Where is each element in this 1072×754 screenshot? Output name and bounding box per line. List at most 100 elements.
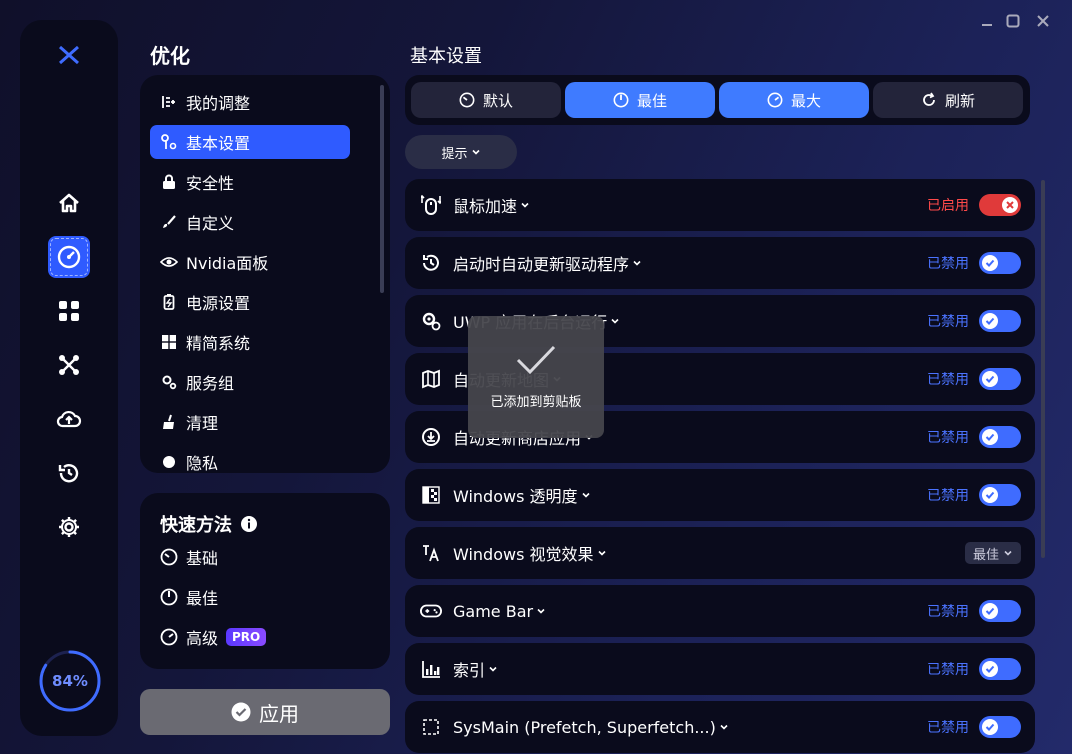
history-icon[interactable]: [48, 452, 90, 494]
sidebar-item-label: 我的调整: [186, 94, 251, 113]
quick-item-label: 高级: [186, 629, 219, 648]
sidebar-item-clean[interactable]: 清理: [150, 405, 350, 439]
apply-button[interactable]: 应用: [140, 689, 390, 735]
progress-value: 84%: [52, 672, 88, 690]
map-icon: [420, 368, 442, 390]
sidebar-item-label: 清理: [186, 414, 219, 433]
setting-row[interactable]: 启动时自动更新驱动程序 已禁用: [405, 237, 1035, 289]
setting-label[interactable]: Windows 透明度: [453, 483, 591, 507]
sidebar-item-my-tweaks[interactable]: 我的调整: [150, 85, 350, 119]
quick-item-advanced[interactable]: 高级 PRO: [160, 625, 267, 649]
setting-row[interactable]: Windows 透明度 已禁用: [405, 469, 1035, 521]
sidebar-item-services[interactable]: 服务组: [150, 365, 350, 399]
hint-dropdown[interactable]: 提示: [405, 135, 517, 169]
setting-label[interactable]: Windows 视觉效果: [453, 541, 607, 565]
bar-chart-icon: [420, 658, 442, 680]
page-title: 基本设置: [410, 46, 482, 67]
setting-label[interactable]: 启动时自动更新驱动程序: [453, 251, 642, 275]
preset-refresh-button[interactable]: 刷新: [873, 82, 1023, 118]
setting-status: 已启用: [927, 198, 969, 214]
setting-toggle[interactable]: [979, 426, 1021, 448]
setting-label-text: Windows 视觉效果: [453, 545, 594, 564]
sidebar-item-privacy[interactable]: 隐私: [150, 445, 350, 473]
sidebar-item-slim-system[interactable]: 精简系统: [150, 325, 350, 359]
setting-toggle[interactable]: [979, 252, 1021, 274]
quick-methods-title: 快速方法: [160, 511, 258, 537]
setting-status: 已禁用: [927, 720, 969, 736]
sidebar-menu: 我的调整 基本设置 安全性 自定义 Nvidia面板 电源设置 精简系统 服务组…: [140, 75, 390, 473]
transparency-icon: [420, 484, 442, 506]
clipboard-toast: 已添加到剪贴板: [468, 316, 604, 438]
setting-toggle[interactable]: [979, 658, 1021, 680]
sidebar-item-nvidia[interactable]: Nvidia面板: [150, 245, 350, 279]
setting-toggle[interactable]: [979, 368, 1021, 390]
toast-text: 已添加到剪贴板: [490, 394, 582, 410]
setting-label-text: Windows 透明度: [453, 487, 578, 506]
setting-toggle[interactable]: [979, 716, 1021, 738]
sysmain-icon: [420, 716, 442, 738]
gear-icon[interactable]: [48, 506, 90, 548]
setting-row[interactable]: 鼠标加速 已启用: [405, 179, 1035, 231]
setting-label-text: 启动时自动更新驱动程序: [453, 255, 630, 274]
setting-toggle[interactable]: [979, 600, 1021, 622]
close-icon: [1037, 15, 1049, 27]
visual-effects-select[interactable]: 最佳: [964, 542, 1021, 564]
gears-icon: [160, 373, 178, 391]
sidebar-item-basic-settings[interactable]: 基本设置: [150, 125, 350, 159]
setting-toggle[interactable]: [979, 484, 1021, 506]
close-button[interactable]: [1032, 10, 1054, 32]
setting-label-text: Game Bar: [453, 601, 534, 621]
chevron-down-icon: [719, 722, 729, 732]
chevron-down-icon: [1003, 548, 1013, 558]
logo-x-icon: [48, 34, 90, 76]
setting-label[interactable]: 索引: [453, 657, 498, 681]
info-icon[interactable]: [240, 515, 258, 533]
home-icon[interactable]: [48, 182, 90, 224]
setting-label[interactable]: 鼠标加速: [453, 193, 530, 217]
gauge-mid-icon: [160, 588, 178, 606]
minimize-button[interactable]: [976, 10, 998, 32]
settings-scrollbar[interactable]: [1041, 180, 1045, 558]
pro-badge: PRO: [226, 628, 267, 646]
setting-label[interactable]: Game Bar: [453, 602, 546, 621]
setting-status: 已禁用: [927, 314, 969, 330]
setting-row[interactable]: Game Bar 已禁用: [405, 585, 1035, 637]
sidebar-item-label: 隐私: [186, 454, 219, 473]
quick-item-basic[interactable]: 基础: [160, 545, 218, 569]
setting-label[interactable]: SysMain (Prefetch, Superfetch...): [453, 718, 729, 737]
sidebar-item-power[interactable]: 电源设置: [150, 285, 350, 319]
quick-item-label: 最佳: [186, 589, 219, 608]
network-icon[interactable]: [48, 344, 90, 386]
minimize-icon: [982, 24, 992, 26]
apps-grid-icon[interactable]: [48, 290, 90, 332]
quick-item-best[interactable]: 最佳: [160, 585, 218, 609]
setting-row[interactable]: 索引 已禁用: [405, 643, 1035, 695]
setting-toggle[interactable]: [979, 194, 1021, 216]
preset-default-button[interactable]: 默认: [411, 82, 561, 118]
cloud-upload-icon[interactable]: [48, 398, 90, 440]
lock-icon: [160, 173, 178, 191]
preset-max-button[interactable]: 最大: [719, 82, 869, 118]
sidebar-scrollbar[interactable]: [380, 85, 384, 293]
preset-label: 默认: [482, 91, 513, 110]
maximize-button[interactable]: [1002, 10, 1024, 32]
setting-row[interactable]: Windows 视觉效果 最佳: [405, 527, 1035, 579]
sidebar-title: 优化: [150, 44, 190, 68]
speedometer-icon[interactable]: [48, 236, 90, 278]
chevron-down-icon: [471, 147, 481, 157]
preset-best-button[interactable]: 最佳: [565, 82, 715, 118]
chevron-down-icon: [536, 606, 546, 616]
select-value: 最佳: [972, 547, 999, 563]
sidebar-item-custom[interactable]: 自定义: [150, 205, 350, 239]
sidebar-item-label: 自定义: [186, 214, 235, 233]
gauge-high-icon: [160, 628, 178, 646]
check-icon: [982, 371, 998, 387]
windows-logo-icon: [160, 333, 178, 351]
font-a-icon: [420, 542, 442, 564]
broom-icon: [160, 413, 178, 431]
sidebar-item-security[interactable]: 安全性: [150, 165, 350, 199]
setting-row[interactable]: SysMain (Prefetch, Superfetch...) 已禁用: [405, 701, 1035, 753]
setting-toggle[interactable]: [979, 310, 1021, 332]
chevron-down-icon: [581, 490, 591, 500]
gamepad-icon: [420, 600, 442, 622]
